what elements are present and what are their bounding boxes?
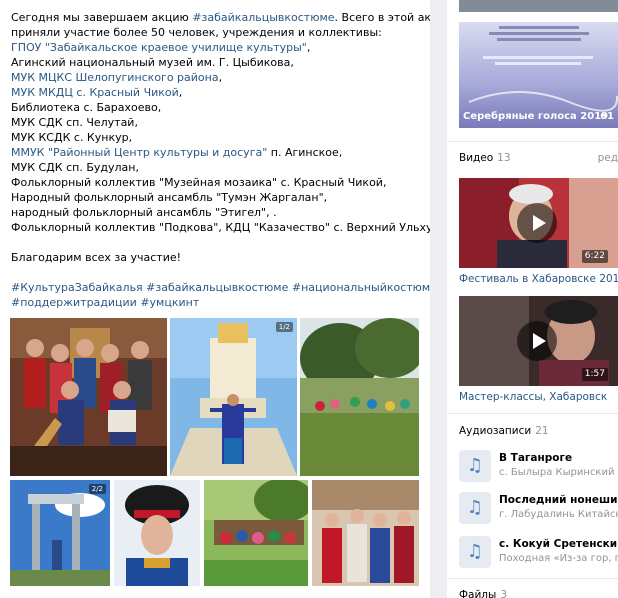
audio-track[interactable]: ♫ Последний нонеший д... г. Лабудалинь К…: [459, 490, 618, 524]
post-text-spacer: [11, 235, 416, 250]
videos-heading-label: Видео: [459, 152, 494, 164]
track-artist: г. Лабудалинь Китайска...: [499, 509, 618, 520]
sidebar: Серебряные голоса 2019 61 Видео 13 ред 6:…: [447, 0, 618, 598]
post-link[interactable]: МУК МЦКС Шелопугинского района: [11, 71, 219, 84]
audio-track[interactable]: ♫ с. Кокуй Сретенский рай... Походная «И…: [459, 534, 618, 568]
audio-track[interactable]: ♫ В Таганроге с. Былыра Кыринский р...: [459, 448, 618, 482]
post-text: Сегодня мы завершаем акцию #забайкальцыв…: [11, 10, 430, 310]
divider: [447, 141, 618, 142]
photo-yard-group[interactable]: [204, 480, 308, 586]
track-title: с. Кокуй Сретенский рай...: [499, 538, 618, 550]
post-text-line: ГПОУ "Забайкальское краевое училище куль…: [11, 40, 416, 55]
track-artist: Походная «Из-за гор, гор...: [499, 553, 618, 564]
photo-portrait-hat[interactable]: [114, 480, 200, 586]
album-preview-edge[interactable]: [459, 0, 618, 12]
post-link[interactable]: ГПОУ "Забайкальское краевое училище куль…: [11, 41, 307, 54]
post-text-segment: Народный фольклорный ансамбль "Тумэн Жар…: [11, 191, 328, 204]
post-text-segment: ,: [178, 86, 183, 99]
photo-folk-group[interactable]: [10, 318, 167, 476]
music-note-icon[interactable]: ♫: [459, 492, 491, 524]
album-photo-count: 61: [600, 111, 614, 122]
post-text-segment: . Всего в этой акции: [334, 11, 430, 24]
wall-post: Сегодня мы завершаем акцию #забайкальцыв…: [0, 0, 430, 598]
files-heading[interactable]: Файлы 3: [459, 589, 507, 598]
post-text-segment: ,: [306, 41, 311, 54]
post-link[interactable]: #забайкальцывкостюме: [192, 11, 334, 24]
photo-meadow[interactable]: [300, 318, 419, 476]
post-text-line: #КультураЗабайкалья #забайкальцывкостюме…: [11, 280, 430, 295]
post-text-line: Агинский национальный музей им. Г. Цыбик…: [11, 55, 416, 70]
post-text-line: МУК МКДЦ с. Красный Чикой,: [11, 85, 416, 100]
post-text-segment: приняли участие более 50 человек, учрежд…: [11, 26, 382, 39]
post-text-line: приняли участие более 50 человек, учрежд…: [11, 25, 416, 40]
music-note-icon[interactable]: ♫: [459, 536, 491, 568]
video-duration: 6:22: [581, 250, 608, 263]
post-text-segment: Агинский национальный музей им. Г. Цыбик…: [11, 56, 294, 69]
audio-count: 21: [535, 425, 549, 437]
play-icon[interactable]: [517, 321, 557, 361]
post-text-line: народный фольклорный ансамбль "Этигел", …: [11, 205, 416, 220]
play-icon[interactable]: [517, 203, 557, 243]
files-heading-label: Файлы: [459, 589, 497, 598]
post-text-spacer: [11, 265, 416, 280]
photo-counter: 1/2: [275, 322, 293, 332]
post-link[interactable]: #поддержитрадиции #умцкинт: [11, 296, 199, 309]
post-link[interactable]: ММУК "Районный Центр культуры и досуга": [11, 146, 267, 159]
post-text-segment: Фольклорный коллектив "Подкова", КДЦ "Ка…: [11, 221, 430, 234]
post-text-line: Народный фольклорный ансамбль "Тумэн Жар…: [11, 190, 416, 205]
post-text-line: Библиотека с. Барахоево,: [11, 100, 416, 115]
post-text-segment: п. Агинское,: [267, 146, 343, 159]
post-text-line: МУК КСДК с. Кункур,: [11, 130, 416, 145]
post-link[interactable]: #КультураЗабайкалья #забайкальцывкостюме…: [11, 281, 430, 294]
track-artist: с. Былыра Кыринский р...: [499, 467, 618, 478]
audio-heading[interactable]: Аудиозаписи 21: [459, 425, 549, 437]
video-title[interactable]: Фестиваль в Хабаровске 2019: [459, 273, 618, 285]
photo-counter: 2/2: [88, 484, 106, 494]
post-text-line: Сегодня мы завершаем акцию #забайкальцыв…: [11, 10, 430, 25]
photo-album-card[interactable]: Серебряные голоса 2019 61: [459, 22, 618, 128]
videos-edit-link[interactable]: ред: [598, 152, 618, 164]
post-text-line: Фольклорный коллектив "Подкова", КДЦ "Ка…: [11, 220, 430, 235]
post-text-line: МУК СДК сп. Будулан,: [11, 160, 416, 175]
post-text-segment: Фольклорный коллектив "Музейная мозаика"…: [11, 176, 387, 189]
audio-heading-label: Аудиозаписи: [459, 425, 532, 437]
post-text-segment: народный фольклорный ансамбль "Этигел", …: [11, 206, 277, 219]
post-text-segment: Благодарим всех за участие!: [11, 251, 182, 264]
post-text-segment: ,: [218, 71, 223, 84]
post-text-line: ММУК "Районный Центр культуры и досуга" …: [11, 145, 416, 160]
post-link[interactable]: МУК МКДЦ с. Красный Чикой: [11, 86, 179, 99]
track-title: Последний нонеший д...: [499, 494, 618, 506]
photo-arch-monument[interactable]: 2/2: [10, 480, 110, 586]
post-text-segment: Библиотека с. Барахоево,: [11, 101, 162, 114]
divider: [447, 578, 618, 579]
divider: [447, 413, 618, 414]
music-note-icon[interactable]: ♫: [459, 450, 491, 482]
post-text-segment: МУК КСДК с. Кункур,: [11, 131, 133, 144]
album-caption: Серебряные голоса 2019: [463, 111, 609, 122]
photo-costume-group[interactable]: [312, 480, 419, 586]
files-count: 3: [500, 589, 507, 598]
post-text-line: МУК СДК сп. Челутай,: [11, 115, 416, 130]
post-text-segment: МУК СДК сп. Челутай,: [11, 116, 138, 129]
videos-heading[interactable]: Видео 13: [459, 152, 511, 164]
post-text-line: #поддержитрадиции #умцкинт: [11, 295, 416, 310]
post-text-line: Благодарим всех за участие!: [11, 250, 416, 265]
videos-count: 13: [497, 152, 511, 164]
post-text-segment: Сегодня мы завершаем акцию: [11, 11, 193, 24]
post-text-segment: МУК СДК сп. Будулан,: [11, 161, 139, 174]
post-text-line: Фольклорный коллектив "Музейная мозаика"…: [11, 175, 416, 190]
video-thumbnail[interactable]: 6:22: [459, 178, 618, 268]
track-title: В Таганроге: [499, 452, 573, 464]
video-duration: 1:57: [581, 368, 608, 381]
post-text-line: МУК МЦКС Шелопугинского района,: [11, 70, 416, 85]
photo-stupa[interactable]: 1/2: [170, 318, 297, 476]
video-thumbnail[interactable]: 1:57: [459, 296, 618, 386]
video-title[interactable]: Мастер-классы, Хабаровск: [459, 391, 607, 403]
